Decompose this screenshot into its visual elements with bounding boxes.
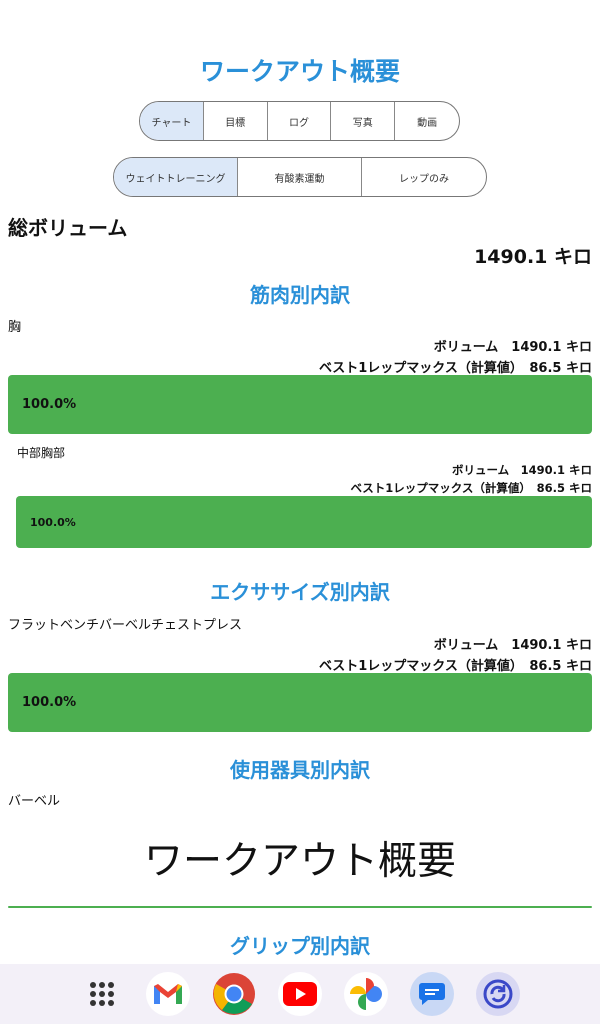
tab-videos[interactable]: 動画: [395, 102, 459, 140]
overlay-title: ワークアウト概要: [143, 839, 456, 884]
page-title: ワークアウト概要: [199, 57, 400, 86]
chrome-icon[interactable]: [212, 972, 256, 1016]
submuscle-volume: ボリューム 1490.1 キロ: [451, 463, 592, 477]
apps-grid-icon[interactable]: [80, 972, 124, 1016]
photos-icon[interactable]: [344, 972, 388, 1016]
grip-breakdown-title: グリップ別内訳: [230, 934, 370, 958]
exercise-1rm: ベスト1レップマックス（計算値） 86.5 キロ: [318, 659, 592, 674]
divider: [8, 906, 592, 908]
muscle-group-1rm: ベスト1レップマックス（計算値） 86.5 キロ: [318, 361, 592, 376]
youtube-icon[interactable]: [278, 972, 322, 1016]
submuscle-1rm: ベスト1レップマックス（計算値） 86.5 キロ: [350, 481, 592, 495]
type-cardio[interactable]: 有酸素運動: [238, 158, 362, 196]
muscle-group-bar: 100.0%: [8, 375, 592, 434]
total-volume-heading: 総ボリューム: [8, 216, 128, 240]
exercise-bar: 100.0%: [8, 673, 592, 732]
equipment-breakdown-title: 使用器具別内訳: [230, 758, 370, 782]
exercise-name: フラットベンチバーベルチェストプレス: [8, 618, 243, 633]
muscle-group-percent: 100.0%: [22, 397, 77, 412]
exercise-breakdown-title: エクササイズ別内訳: [210, 580, 390, 604]
sync-icon[interactable]: [476, 972, 520, 1016]
exercise-type-toggle: ウェイトトレーニング 有酸素運動 レップのみ: [113, 157, 487, 197]
tab-photos[interactable]: 写真: [331, 102, 396, 140]
muscle-group-volume: ボリューム 1490.1 キロ: [433, 340, 592, 355]
tab-goals[interactable]: 目標: [204, 102, 268, 140]
exercise-volume: ボリューム 1490.1 キロ: [433, 638, 592, 653]
submuscle-name: 中部胸部: [17, 446, 66, 460]
equipment-name: バーベル: [8, 794, 61, 809]
type-weight-training[interactable]: ウェイトトレーニング: [114, 158, 238, 196]
submuscle-bar: 100.0%: [16, 496, 592, 548]
view-tabs: チャート 目標 ログ 写真 動画: [139, 101, 460, 141]
tab-chart[interactable]: チャート: [140, 102, 204, 140]
muscle-group-name: 胸: [8, 320, 22, 335]
total-volume-value: 1490.1 キロ: [474, 246, 592, 268]
app-dock: [0, 964, 600, 1024]
muscle-breakdown-title: 筋肉別内訳: [250, 283, 350, 307]
gmail-icon[interactable]: [146, 972, 190, 1016]
tab-log[interactable]: ログ: [268, 102, 332, 140]
type-reps-only[interactable]: レップのみ: [362, 158, 486, 196]
exercise-percent: 100.0%: [22, 695, 77, 710]
messages-icon[interactable]: [410, 972, 454, 1016]
submuscle-percent: 100.0%: [30, 515, 76, 529]
